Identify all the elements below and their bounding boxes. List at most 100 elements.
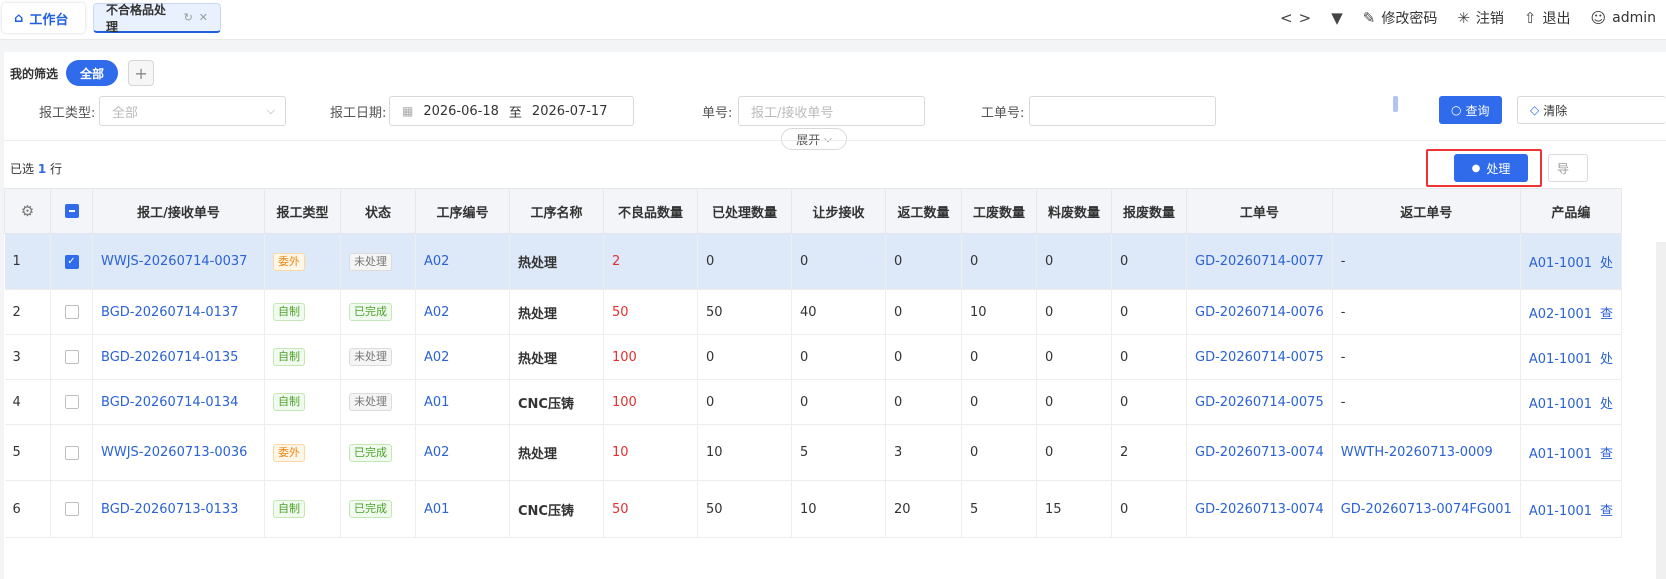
row-checkbox[interactable] [64,305,79,319]
row-index-cell: 5 [4,424,51,481]
row-action-link[interactable]: 处 [1600,256,1613,271]
expand-button[interactable]: 展开 ⌵ [781,128,847,150]
col-header[interactable]: 不良品数量 [603,188,698,234]
col-header[interactable]: 返工单号 [1331,188,1521,234]
row-action-link[interactable]: 处 [1600,397,1613,412]
user-menu[interactable]: ☺ admin [1590,9,1656,27]
table-row[interactable]: 2 BGD-20260714-0137 自制 已完成 A02 热处理 50 50 40 0 10 0 0… [4,289,1623,335]
row-checkbox[interactable] [64,350,79,364]
clear-button[interactable]: ◇ 清除 [1517,96,1666,124]
work-order-input[interactable] [1029,96,1216,126]
table-row[interactable]: 6 BGD-20260713-0133 自制 已完成 A01 CNC压铸 50 50 10 20 5… [4,480,1623,538]
export-button[interactable]: 导 [1548,154,1588,182]
row-checkbox[interactable] [64,502,79,516]
exit-button[interactable]: ⇧ 退出 [1524,8,1571,28]
row-checkbox[interactable] [64,395,79,409]
tab-nav: < > [1280,9,1311,27]
col-header[interactable]: 状态 [340,188,416,234]
op-code-link[interactable]: A02 [424,254,449,269]
table-scrollbar[interactable] [1656,242,1666,579]
tab-dropdown-button[interactable]: ▼ [1331,9,1343,27]
col-header[interactable]: 料废数量 [1036,188,1112,234]
column-settings[interactable]: ⚙ [4,188,51,234]
col-header[interactable]: 工序名称 [509,188,604,234]
user-icon: ☺ [1590,9,1607,27]
doc-no-link[interactable]: BGD-20260713-0133 [101,502,238,517]
date-to[interactable]: 2026-07-17 [532,104,608,119]
col-header[interactable]: 产品编 [1519,188,1623,234]
filter-all-pill[interactable]: 全部 [66,60,119,86]
doc-no-link[interactable]: WWJS-20260713-0036 [101,445,247,460]
work-order-link[interactable]: GD-20260714-0077 [1195,254,1324,269]
nav-next-button[interactable]: > [1299,9,1312,27]
op-code-link[interactable]: A01 [424,395,449,410]
op-code-link[interactable]: A01 [424,502,449,517]
col-header[interactable]: 返工数量 [885,188,962,234]
work-order-link[interactable]: GD-20260714-0075 [1195,395,1324,410]
product-code-link[interactable]: A02-1001 [1529,307,1592,322]
rework-order-link[interactable]: GD-20260713-0074FG001 [1341,502,1512,517]
product-code-link[interactable]: A01-1001 [1529,352,1592,367]
col-header[interactable]: 让步接收 [791,188,886,234]
report-date-range[interactable]: ▦ 2026-06-18 至 2026-07-17 [389,96,634,126]
work-order-link[interactable]: GD-20260714-0075 [1195,350,1324,365]
row-action-link[interactable]: 处 [1600,352,1613,367]
col-header[interactable]: 工序编号 [415,188,510,234]
rework-order-link[interactable]: - [1341,350,1346,365]
product-code-link[interactable]: A01-1001 [1529,504,1592,519]
col-header[interactable]: 报废数量 [1111,188,1187,234]
row-checkbox[interactable]: ✓ [64,254,79,269]
select-all-checkbox[interactable] [64,204,79,218]
tab-home[interactable]: ⌂ 工作台 [2,3,85,33]
date-from[interactable]: 2026-06-18 [423,104,499,119]
col-header[interactable]: 报工/接收单号 [92,188,265,234]
col-header[interactable]: 工单号 [1186,188,1333,234]
refresh-icon[interactable]: ↻ [184,11,193,24]
doc-no-link[interactable]: BGD-20260714-0137 [101,305,238,320]
rework-order-link[interactable]: WWTH-20260713-0009 [1341,445,1493,460]
row-action-link[interactable]: 查 [1600,504,1613,519]
table-row[interactable]: 3 BGD-20260714-0135 自制 未处理 A02 热处理 100 0 0 0 0 0 0 GD… [4,334,1623,380]
doc-no-input[interactable]: 报工/接收单号 [738,96,925,126]
product-code-link[interactable]: A01-1001 [1529,397,1592,412]
logout-session-button[interactable]: ✳ 注销 [1457,8,1504,28]
report-type-select[interactable]: 全部 ⌵ [99,96,286,126]
change-password-button[interactable]: ✎ 修改密码 [1363,8,1438,28]
row-action-link[interactable]: 查 [1600,447,1613,462]
nav-prev-button[interactable]: < [1280,9,1293,27]
op-code-link[interactable]: A02 [424,350,449,365]
table-row[interactable]: 5 WWJS-20260713-0036 委外 已完成 A02 热处理 10 10 5 3 0 0 2 G… [4,424,1623,481]
work-order-link[interactable]: GD-20260714-0076 [1195,305,1324,320]
rework-order-link[interactable]: - [1341,395,1346,410]
op-code-link-cell: A01 [415,480,510,538]
doc-no-link[interactable]: BGD-20260714-0134 [101,395,238,410]
product-code-link[interactable]: A01-1001 [1529,256,1592,271]
tab-nonconforming[interactable]: 不合格品处理 ↻ ✕ [93,3,221,34]
table-row[interactable]: 1 ✓ WWJS-20260714-0037 委外 未处理 A02 热处理 2 0 0 0 0 0 0 GD… [4,233,1623,290]
concession-qty: 0 [800,349,809,365]
query-button[interactable]: ○ 查询 [1439,96,1502,124]
rework-order-link[interactable]: - [1341,305,1346,320]
table-row[interactable]: 4 BGD-20260714-0134 自制 未处理 A01 CNC压铸 100 0 0 0 0 0 0… [4,379,1623,425]
select-all-header[interactable] [50,188,93,234]
doc-no-link[interactable]: WWJS-20260714-0037 [101,254,247,269]
eraser-icon: ◇ [1530,103,1540,117]
row-action-link[interactable]: 查 [1600,307,1613,322]
add-filter-button[interactable]: + [128,60,155,86]
op-code-link[interactable]: A02 [424,445,449,460]
doc-no-link[interactable]: BGD-20260714-0135 [101,350,238,365]
gear-icon[interactable]: ⚙ [21,202,34,220]
work-scrap-qty: 0 [970,254,979,269]
work-order-link[interactable]: GD-20260713-0074 [1195,502,1324,517]
row-checkbox[interactable] [64,445,79,460]
op-code-link[interactable]: A02 [424,305,449,320]
product-code-link[interactable]: A01-1001 [1529,447,1592,462]
work-scrap-qty-cell: 0 [961,334,1037,380]
col-header[interactable]: 报工类型 [264,188,341,234]
close-icon[interactable]: ✕ [199,11,208,24]
work-order-link[interactable]: GD-20260713-0074 [1195,445,1324,460]
handle-button[interactable]: ● 处理 [1454,154,1528,182]
col-header[interactable]: 已处理数量 [697,188,792,234]
rework-order-link[interactable]: - [1341,254,1346,269]
col-header[interactable]: 工废数量 [961,188,1037,234]
